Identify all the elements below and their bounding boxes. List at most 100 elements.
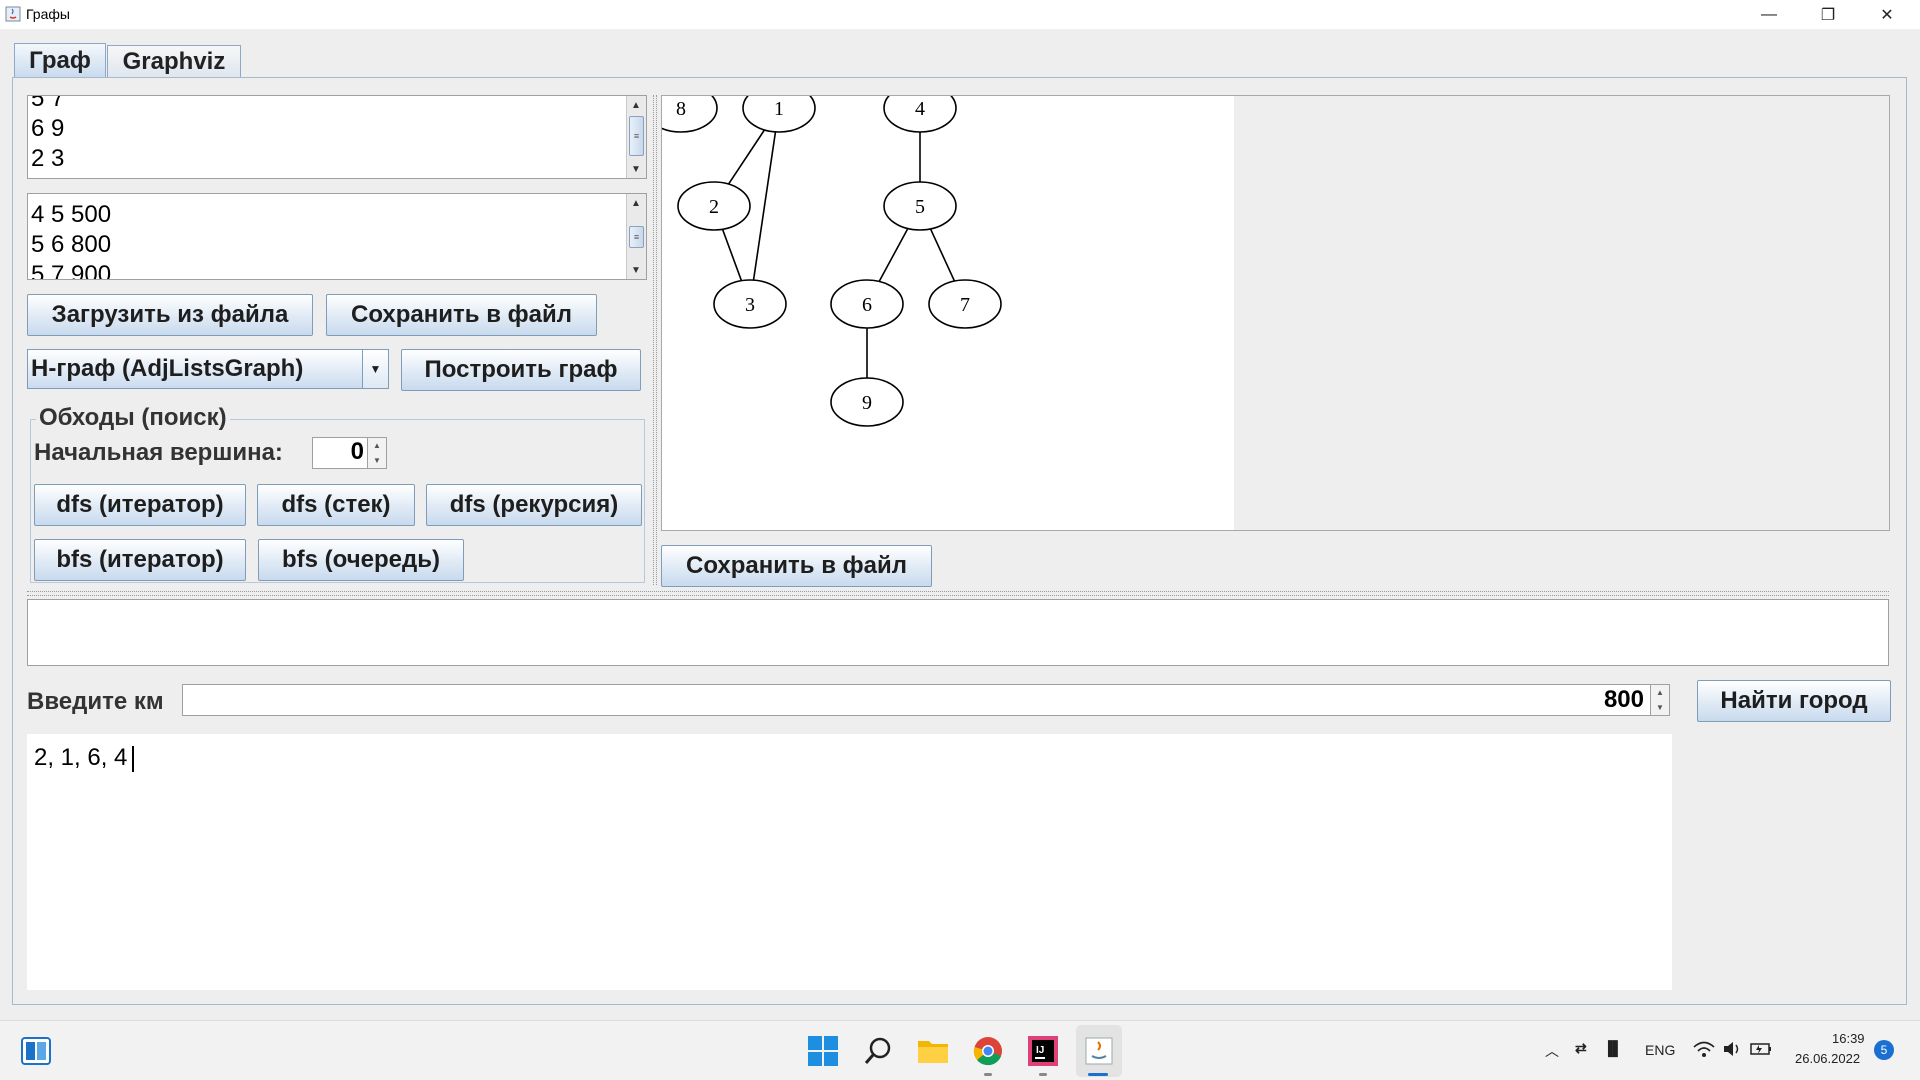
graph-node-7: 7 bbox=[928, 279, 1002, 329]
spin-down-icon[interactable]: ▼ bbox=[1651, 700, 1669, 715]
split-divider-horizontal[interactable] bbox=[27, 591, 1889, 596]
graph-node-label: 2 bbox=[709, 196, 719, 218]
graph-node-2: 2 bbox=[677, 181, 751, 231]
scroll-up-icon[interactable]: ▲ bbox=[627, 96, 645, 114]
chevron-up-icon[interactable]: ︿ bbox=[1545, 1041, 1559, 1061]
split-divider-vertical[interactable] bbox=[653, 95, 657, 585]
wifi-icon[interactable] bbox=[1693, 1040, 1715, 1061]
battery-icon[interactable] bbox=[1750, 1040, 1772, 1061]
file-explorer-icon[interactable] bbox=[915, 1033, 951, 1069]
search-icon[interactable] bbox=[860, 1033, 896, 1069]
start-vertex-spinner[interactable]: 0 bbox=[312, 437, 368, 469]
chrome-icon[interactable] bbox=[970, 1033, 1006, 1069]
scroll-up-icon[interactable]: ▲ bbox=[627, 194, 645, 212]
scroll-down-icon[interactable]: ▼ bbox=[627, 261, 645, 279]
title-bar: Графы — ❐ ✕ bbox=[0, 0, 1920, 29]
edges-line: 2 3 bbox=[31, 145, 65, 172]
build-graph-button[interactable]: Построить граф bbox=[401, 349, 641, 391]
bfs-iterator-button[interactable]: bfs (итератор) bbox=[34, 539, 246, 581]
graph-edge-5-6 bbox=[878, 228, 909, 282]
save-graph-image-button[interactable]: Сохранить в файл bbox=[661, 545, 932, 587]
graph-node-label: 7 bbox=[960, 294, 970, 316]
java-icon[interactable] bbox=[1081, 1033, 1117, 1069]
bfs-queue-button[interactable]: bfs (очередь) bbox=[258, 539, 464, 581]
meter-icon[interactable]: ▐▌ bbox=[1603, 1040, 1623, 1056]
graph-edge-2-3 bbox=[721, 229, 743, 281]
intellij-icon[interactable]: IJ bbox=[1025, 1033, 1061, 1069]
graph-node-label: 1 bbox=[774, 98, 784, 120]
save-to-file-button[interactable]: Сохранить в файл bbox=[326, 294, 597, 336]
result-text: 2, 1, 6, 4 bbox=[34, 744, 128, 771]
weighted-line: 4 5 500 bbox=[31, 201, 112, 228]
edges-line: 6 9 bbox=[31, 115, 65, 142]
start-vertex-label: Начальная вершина: bbox=[34, 439, 283, 466]
spin-up-icon[interactable]: ▲ bbox=[368, 438, 386, 453]
graph-node-label: 3 bbox=[745, 294, 755, 316]
edges-textarea[interactable]: 5 7 6 9 2 3 ▲ ≡ ▼ bbox=[27, 95, 647, 179]
graph-svg: 0814253679 bbox=[662, 96, 1002, 427]
language-indicator[interactable]: ENG bbox=[1645, 1042, 1675, 1058]
weighted-line: 5 7 900 bbox=[31, 261, 112, 280]
dfs-stack-button[interactable]: dfs (стек) bbox=[257, 484, 415, 526]
active-indicator bbox=[1088, 1073, 1108, 1076]
km-label: Введите км bbox=[27, 688, 164, 715]
close-button[interactable]: ✕ bbox=[1858, 0, 1916, 29]
sync-icon[interactable]: ⇄ bbox=[1575, 1040, 1587, 1057]
clock-date[interactable]: 26.06.2022 bbox=[1795, 1051, 1860, 1066]
graph-node-9: 9 bbox=[830, 377, 904, 427]
edges-line: 5 7 bbox=[31, 95, 65, 112]
dfs-recursion-button[interactable]: dfs (рекурсия) bbox=[426, 484, 642, 526]
start-vertex-spinner-buttons[interactable]: ▲ ▼ bbox=[367, 437, 387, 469]
output-field[interactable] bbox=[27, 599, 1889, 666]
graph-edge-1-3 bbox=[752, 131, 777, 281]
notification-badge[interactable]: 5 bbox=[1874, 1040, 1894, 1060]
graph-node-label: 6 bbox=[862, 294, 872, 316]
tab-graphviz[interactable]: Graphviz bbox=[107, 45, 241, 77]
km-input[interactable]: 800 bbox=[182, 684, 1651, 716]
load-from-file-button[interactable]: Загрузить из файла bbox=[27, 294, 313, 336]
find-city-button[interactable]: Найти город bbox=[1697, 680, 1891, 722]
graph-node-label: 9 bbox=[862, 392, 872, 414]
minimize-button[interactable]: — bbox=[1740, 0, 1798, 29]
result-textarea[interactable]: 2, 1, 6, 4 bbox=[27, 734, 1672, 990]
graph-node-label: 5 bbox=[915, 196, 925, 218]
java-app-icon bbox=[5, 6, 21, 22]
graph-edge-5-7 bbox=[929, 228, 956, 282]
window-title: Графы bbox=[26, 6, 70, 22]
svg-text:IJ: IJ bbox=[1036, 1045, 1044, 1056]
restore-button[interactable]: ❐ bbox=[1799, 0, 1857, 29]
km-spinner-buttons[interactable]: ▲ ▼ bbox=[1650, 684, 1670, 716]
clock-time[interactable]: 16:39 bbox=[1832, 1031, 1865, 1046]
spin-up-icon[interactable]: ▲ bbox=[1651, 685, 1669, 700]
scroll-thumb[interactable]: ≡ bbox=[629, 116, 644, 156]
dfs-iterator-button[interactable]: dfs (итератор) bbox=[34, 484, 246, 526]
traversal-group-title: Обходы (поиск) bbox=[36, 404, 230, 432]
taskbar: IJ ︿ ⇄ ▐▌ ENG 16:39 26.06.2022 5 bbox=[0, 1020, 1920, 1080]
text-caret bbox=[132, 745, 135, 772]
running-indicator bbox=[1039, 1073, 1047, 1076]
running-indicator bbox=[984, 1073, 992, 1076]
tab-graph[interactable]: Граф bbox=[14, 43, 106, 77]
graph-node-6: 6 bbox=[830, 279, 904, 329]
scroll-thumb[interactable]: ≡ bbox=[629, 226, 644, 248]
widgets-icon[interactable] bbox=[18, 1033, 54, 1069]
graph-type-select[interactable]: Н-граф (AdjListsGraph) ▼ bbox=[27, 349, 389, 389]
weighted-edges-textarea[interactable]: 4 5 500 5 6 800 5 7 900 ▲ ≡ ▼ bbox=[27, 193, 647, 280]
graph-edge-1-2 bbox=[727, 129, 766, 185]
graph-node-3: 3 bbox=[713, 279, 787, 329]
scroll-down-icon[interactable]: ▼ bbox=[627, 160, 645, 178]
graph-node-label: 8 bbox=[676, 98, 686, 120]
edges-scrollbar[interactable]: ▲ ≡ ▼ bbox=[626, 96, 646, 178]
graph-image: 0814253679 bbox=[662, 96, 1234, 530]
spin-down-icon[interactable]: ▼ bbox=[368, 453, 386, 468]
graph-node-1: 1 bbox=[742, 96, 816, 133]
volume-icon[interactable] bbox=[1722, 1040, 1742, 1061]
graph-node-8: 8 bbox=[662, 96, 718, 133]
chevron-down-icon[interactable]: ▼ bbox=[362, 350, 388, 388]
graph-node-5: 5 bbox=[883, 181, 957, 231]
windows-start-icon[interactable] bbox=[805, 1033, 841, 1069]
graph-type-value: Н-граф (AdjListsGraph) bbox=[31, 355, 304, 382]
weighted-line: 5 6 800 bbox=[31, 231, 112, 258]
weighted-scrollbar[interactable]: ▲ ≡ ▼ bbox=[626, 194, 646, 279]
graph-node-label: 4 bbox=[915, 98, 925, 120]
